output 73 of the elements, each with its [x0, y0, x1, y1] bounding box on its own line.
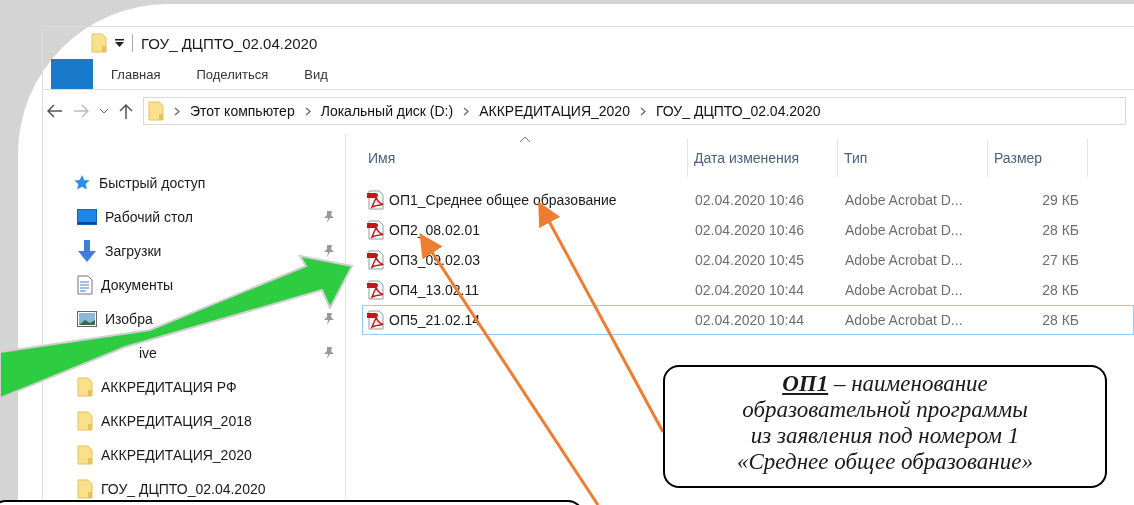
file-size: 28 КБ: [1041, 282, 1080, 298]
sidebar-item[interactable]: АККРЕДИТАЦИЯ РФ: [101, 379, 237, 395]
chevron-right-icon: [639, 106, 646, 116]
file-size: 29 КБ: [1041, 192, 1080, 208]
sidebar-item[interactable]: ive: [139, 345, 157, 361]
modified-date: 02.04.2020 10:46: [694, 222, 805, 238]
sidebar-item[interactable]: Загрузки: [105, 243, 162, 259]
breadcrumb[interactable]: Локальный диск (D:): [320, 103, 454, 119]
file-size: 27 КБ: [1041, 252, 1080, 268]
sidebar-item[interactable]: Рабочий стол: [105, 209, 193, 225]
pin-icon[interactable]: [323, 312, 335, 326]
modified-date: 02.04.2020 10:44: [694, 282, 805, 298]
pdf-file-icon: [367, 190, 385, 210]
chevron-down-icon[interactable]: [99, 107, 109, 115]
chevron-right-icon: [463, 106, 470, 116]
down-arrow-icon: [77, 240, 97, 262]
pin-icon[interactable]: [323, 210, 335, 224]
ribbon-tab[interactable]: Поделиться: [178, 59, 287, 89]
up-arrow-icon[interactable]: [119, 103, 133, 119]
sidebar-item[interactable]: Изобра: [105, 311, 153, 327]
ribbon-tab[interactable]: Вид: [286, 59, 346, 89]
sidebar-item[interactable]: АККРЕДИТАЦИЯ_2020: [101, 447, 252, 463]
callout-text: ОП1 – наименование образовательной программы из заявления под номером 1 «Среднее общее образование»: [663, 365, 1107, 488]
pdf-file-icon: [367, 280, 385, 300]
folder-icon: [91, 33, 107, 53]
file-type: Adobe Acrobat D...: [844, 192, 964, 208]
sidebar-item[interactable]: АККРЕДИТАЦИЯ_2018: [101, 413, 252, 429]
window-title: ГОУ_ ДЦПТО_02.04.2020: [141, 34, 318, 52]
file-row[interactable]: ОП2_08.02.01 02.04.2020 10:46 Adobe Acrobat D... 28 КБ: [362, 215, 1134, 245]
dropdown-icon[interactable]: [115, 39, 124, 47]
file-type: Adobe Acrobat D...: [844, 252, 964, 268]
sidebar-item[interactable]: Документы: [101, 277, 174, 293]
column-header[interactable]: Дата изменения: [688, 139, 838, 177]
document-icon: [77, 275, 93, 295]
pin-icon[interactable]: [323, 244, 335, 258]
chevron-right-icon: [174, 106, 180, 116]
sidebar-item[interactable]: ГОУ_ ДЦПТО_02.04.2020: [101, 481, 266, 497]
column-header[interactable]: Имя: [362, 139, 688, 177]
folder-icon: [77, 479, 93, 499]
pdf-file-icon: [367, 220, 385, 240]
pdf-file-icon: [367, 310, 385, 330]
breadcrumb[interactable]: ГОУ_ ДЦПТО_02.04.2020: [655, 103, 821, 119]
chevron-right-icon: [304, 106, 311, 116]
modified-date: 02.04.2020 10:45: [694, 252, 805, 268]
folder-icon: [148, 101, 164, 121]
file-row[interactable]: ОП1_Среднее общее образование 02.04.2020 10:46 Adobe Acrobat D... 29 КБ: [362, 185, 1134, 215]
pin-icon[interactable]: [323, 346, 335, 360]
breadcrumb[interactable]: АККРЕДИТАЦИЯ_2020: [479, 103, 630, 119]
column-header[interactable]: Размер: [988, 139, 1088, 177]
back-icon[interactable]: [47, 104, 63, 118]
forward-icon[interactable]: [73, 104, 89, 118]
file-type: Adobe Acrobat D...: [844, 222, 964, 238]
file-size: 28 КБ: [1041, 222, 1080, 238]
column-header[interactable]: Тип: [838, 139, 988, 177]
desktop-icon: [77, 209, 97, 225]
file-name: ОП2_08.02.01: [389, 222, 481, 238]
picture-icon: [77, 311, 97, 327]
breadcrumb[interactable]: Этот компьютер: [190, 103, 295, 119]
file-size: 28 КБ: [1041, 312, 1080, 328]
sort-caret-icon: [518, 135, 531, 143]
modified-date: 02.04.2020 10:46: [694, 192, 805, 208]
folder-icon: [77, 411, 93, 431]
file-name: ОП1_Среднее общее образование: [389, 192, 617, 208]
pdf-file-icon: [367, 250, 385, 270]
file-type: Adobe Acrobat D...: [844, 312, 964, 328]
file-type: Adobe Acrobat D...: [844, 282, 964, 298]
address-bar[interactable]: Этот компьютер Локальный диск (D:) АККРЕДИТАЦИЯ_2020 ГОУ_ ДЦПТО_02.04.2020: [143, 97, 1126, 125]
folder-icon: [77, 377, 93, 397]
modified-date: 02.04.2020 10:44: [694, 312, 805, 328]
sidebar-item[interactable]: Быстрый доступ: [99, 175, 206, 191]
star-icon: [73, 174, 91, 192]
folder-icon: [77, 445, 93, 465]
ribbon-tab[interactable]: Главная: [93, 59, 179, 89]
